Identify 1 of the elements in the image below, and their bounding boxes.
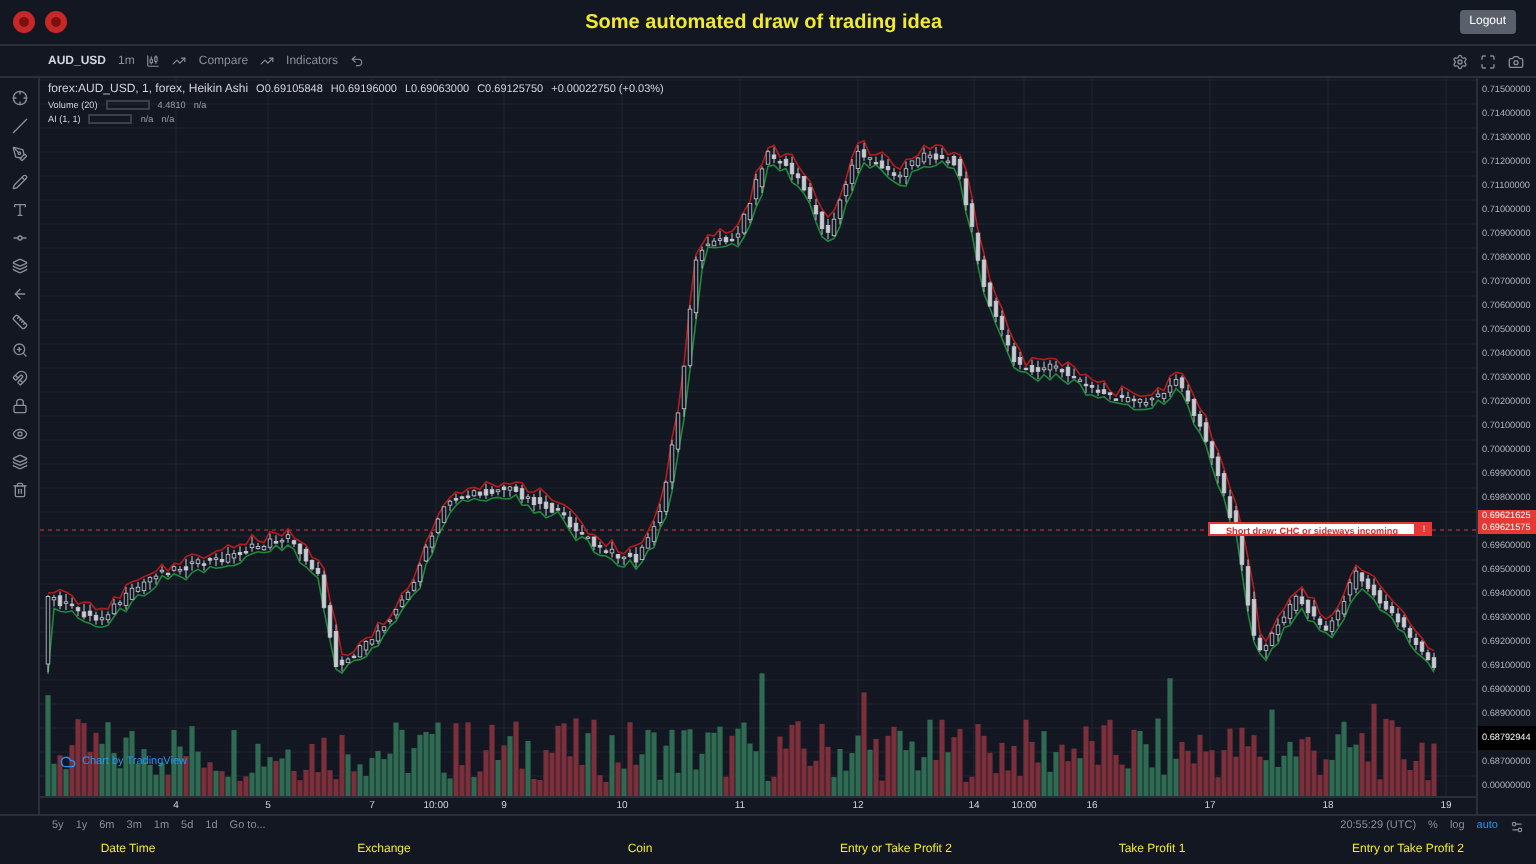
page-title: Some automated draw of trading idea: [583, 11, 945, 33]
